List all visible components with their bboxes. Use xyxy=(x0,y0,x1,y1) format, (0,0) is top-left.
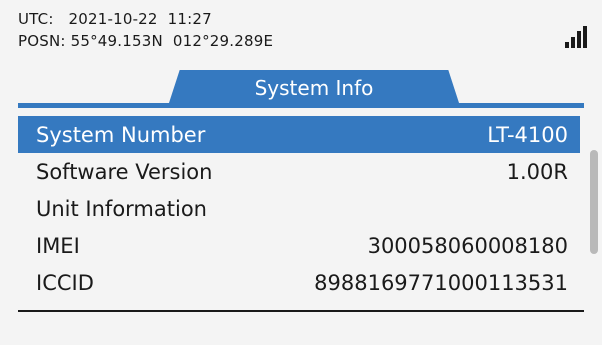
row-value: 1.00R xyxy=(506,159,568,184)
row-label: ICCID xyxy=(36,270,94,295)
scrollbar[interactable] xyxy=(590,150,598,254)
system-info-list: System Number LT-4100 Software Version 1… xyxy=(18,116,580,301)
row-label: IMEI xyxy=(36,233,80,258)
tab-underline xyxy=(18,103,584,108)
position: POSN: 55°49.153N 012°29.289E xyxy=(18,32,274,50)
signal-strength-icon xyxy=(565,26,589,52)
row-imei[interactable]: IMEI 300058060008180 xyxy=(18,227,580,264)
row-value: LT-4100 xyxy=(487,122,568,147)
row-unit-information[interactable]: Unit Information xyxy=(18,190,580,227)
row-system-number[interactable]: System Number LT-4100 xyxy=(18,116,580,153)
tab-system-info[interactable]: System Info xyxy=(168,70,460,106)
row-label: Unit Information xyxy=(36,196,207,221)
row-software-version[interactable]: Software Version 1.00R xyxy=(18,153,580,190)
row-value: 8988169771000113531 xyxy=(314,270,568,295)
row-value: 300058060008180 xyxy=(367,233,568,258)
row-iccid[interactable]: ICCID 8988169771000113531 xyxy=(18,264,580,301)
utc-time: UTC: 2021-10-22 11:27 xyxy=(18,10,212,28)
row-label: Software Version xyxy=(36,159,213,184)
status-header: UTC: 2021-10-22 11:27 POSN: 55°49.153N 0… xyxy=(18,8,273,52)
bottom-divider xyxy=(18,310,584,312)
row-label: System Number xyxy=(36,122,206,147)
